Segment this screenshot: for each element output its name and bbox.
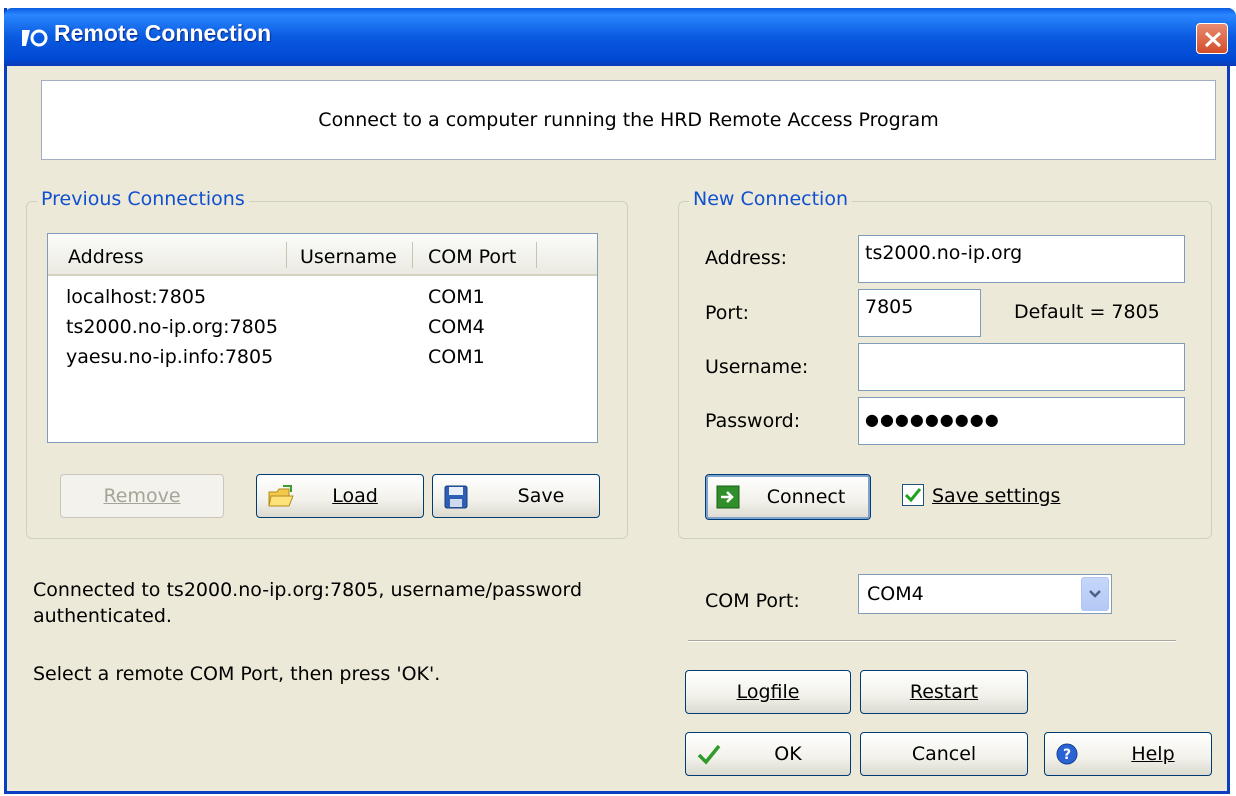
cancel-button[interactable]: Cancel: [860, 732, 1028, 776]
ok-button[interactable]: OK: [685, 732, 851, 776]
save-list-button[interactable]: Save: [432, 474, 600, 518]
password-label: Password:: [705, 410, 801, 432]
help-button[interactable]: ? Help: [1044, 732, 1212, 776]
title-bar[interactable]: Remote Connection: [4, 8, 1236, 66]
connections-list[interactable]: Address Username COM Port localhost:7805…: [47, 233, 598, 443]
floppy-disk-icon: [444, 485, 468, 509]
row-address: localhost:7805: [66, 286, 207, 308]
port-label: Port:: [705, 302, 750, 324]
com-port-label: COM Port:: [705, 590, 800, 612]
new-connection-title: New Connection: [689, 188, 852, 210]
status-message: Connected to ts2000.no-ip.org:7805, user…: [33, 579, 583, 627]
separator: [688, 640, 1176, 642]
chevron-down-icon: [1089, 590, 1101, 598]
row-address: yaesu.no-ip.info:7805: [66, 346, 274, 368]
row-com-port: COM4: [428, 316, 485, 338]
password-field[interactable]: ●●●●●●●●●: [858, 397, 1185, 445]
window-title: Remote Connection: [54, 20, 272, 46]
com-port-value: COM4: [867, 583, 924, 605]
com-port-select[interactable]: COM4: [858, 574, 1112, 614]
checkmark-icon: [697, 744, 721, 765]
address-label: Address:: [705, 247, 788, 269]
port-default-hint: Default = 7805: [1014, 301, 1160, 323]
help-icon: ?: [1056, 743, 1078, 765]
table-row[interactable]: ts2000.no-ip.org:7805 COM4: [48, 316, 597, 346]
close-icon: [1204, 31, 1222, 48]
table-row[interactable]: localhost:7805 COM1: [48, 286, 597, 316]
remove-button[interactable]: Remove: [60, 474, 224, 518]
arrow-right-icon: [716, 485, 740, 509]
row-address: ts2000.no-ip.org:7805: [66, 316, 278, 338]
instruction-message: Select a remote COM Port, then press 'OK…: [33, 663, 441, 685]
save-settings-checkbox[interactable]: [902, 484, 924, 506]
port-field[interactable]: 7805: [858, 289, 981, 337]
restart-button[interactable]: Restart: [860, 670, 1028, 714]
logfile-button[interactable]: Logfile: [685, 670, 851, 714]
load-button[interactable]: Load: [256, 474, 424, 518]
list-header: Address Username COM Port: [48, 234, 597, 276]
username-label: Username:: [705, 356, 809, 378]
row-com-port: COM1: [428, 346, 485, 368]
svg-text:?: ?: [1063, 747, 1071, 763]
row-com-port: COM1: [428, 286, 485, 308]
username-field[interactable]: [858, 343, 1185, 391]
dropdown-arrow[interactable]: [1081, 577, 1109, 611]
address-field[interactable]: ts2000.no-ip.org: [858, 235, 1185, 283]
connect-button[interactable]: Connect: [705, 474, 871, 520]
folder-open-icon: [268, 485, 294, 507]
checkmark-icon: [904, 488, 922, 503]
save-settings-label[interactable]: Save settings: [932, 485, 1060, 507]
previous-connections-title: Previous Connections: [37, 188, 249, 210]
close-button[interactable]: [1196, 23, 1228, 54]
column-header-com-port[interactable]: COM Port: [414, 234, 516, 274]
column-header-address[interactable]: Address: [54, 234, 144, 274]
banner: Connect to a computer running the HRD Re…: [41, 80, 1216, 160]
column-header-username[interactable]: Username: [286, 234, 397, 274]
table-row[interactable]: yaesu.no-ip.info:7805 COM1: [48, 346, 597, 376]
app-icon: [22, 29, 48, 47]
